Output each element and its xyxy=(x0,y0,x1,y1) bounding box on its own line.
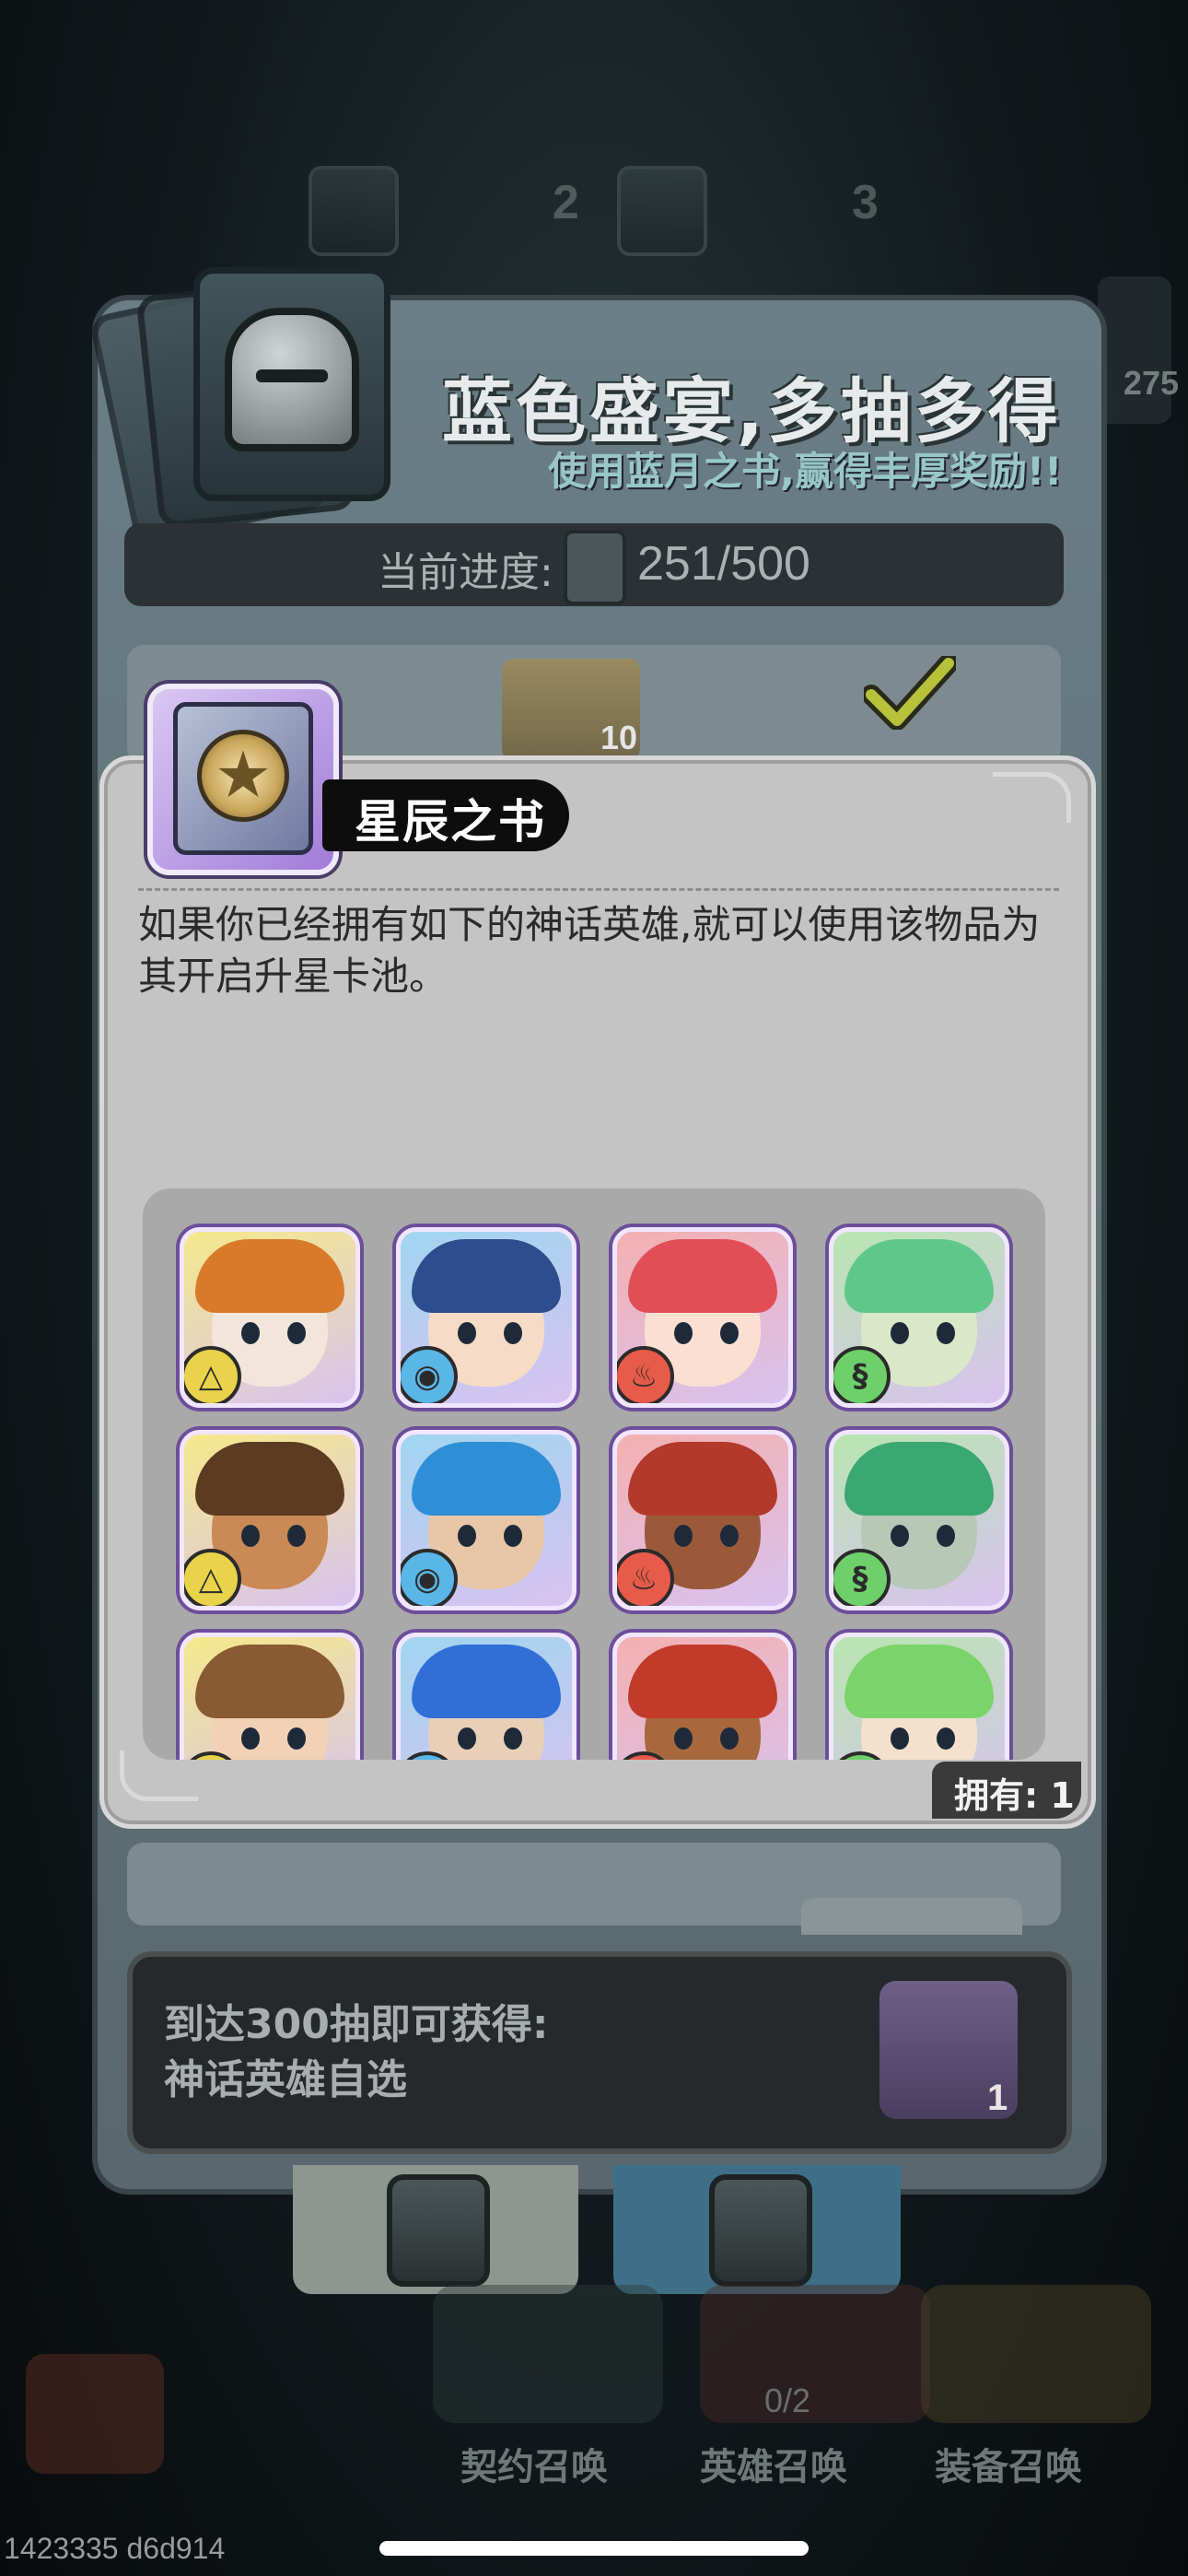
hero-eye xyxy=(504,1727,522,1750)
hero-eye xyxy=(287,1727,306,1750)
hero-eye xyxy=(674,1322,693,1344)
hero-eye xyxy=(504,1525,522,1547)
top-tab-2-icon xyxy=(617,166,707,256)
hero-eye xyxy=(287,1525,306,1547)
milestone-text: 到达300抽即可获得: 神话英雄自选 xyxy=(164,1997,548,2108)
divider xyxy=(138,888,1059,891)
hero-hair xyxy=(412,1442,561,1516)
fire-element-icon: ♨ xyxy=(617,1549,674,1606)
hero-summon-icon[interactable] xyxy=(700,2285,930,2423)
hero-eye xyxy=(720,1322,739,1344)
hero-eye xyxy=(720,1525,739,1547)
hero-portrait-warrior-hero[interactable]: ♨ xyxy=(612,1633,793,1760)
nav-equipment-summon[interactable]: 装备召唤 xyxy=(935,2437,1082,2490)
hero-portrait-goggles-hero[interactable]: △ xyxy=(180,1430,360,1610)
check-icon xyxy=(864,656,956,730)
earth-element-icon: △ xyxy=(184,1549,241,1606)
home-indicator[interactable] xyxy=(379,2541,809,2556)
milestone-line-1: 到达300抽即可获得: xyxy=(164,2001,549,2048)
top-tab-3-label: 3 xyxy=(852,176,879,229)
hero-eye xyxy=(937,1727,955,1750)
event-subtitle: 使用蓝月之书,赢得丰厚奖励!! xyxy=(548,449,1063,494)
star-emblem-icon xyxy=(197,730,289,822)
top-tab-2-label: 2 xyxy=(553,176,579,229)
hero-hair xyxy=(195,1645,344,1718)
corner-ornament-icon xyxy=(993,772,1071,823)
hero-eye xyxy=(720,1727,739,1750)
hero-portrait-tiger-hero[interactable]: △ xyxy=(180,1227,360,1408)
contract-summon-icon[interactable] xyxy=(433,2285,663,2423)
back-button[interactable] xyxy=(26,2354,164,2474)
hero-eye xyxy=(674,1525,693,1547)
top-tab-strip: 2 3 xyxy=(295,157,939,258)
hero-portrait-green-hair-hero[interactable]: § xyxy=(829,1227,1009,1408)
hero-portrait-tiara-hero[interactable]: △ xyxy=(180,1633,360,1760)
hero-hair xyxy=(844,1239,994,1313)
nav-hero-summon[interactable]: 英雄召唤 xyxy=(700,2437,847,2490)
hero-eye xyxy=(241,1322,260,1344)
hero-hair xyxy=(412,1239,561,1313)
water-element-icon: ◉ xyxy=(401,1346,458,1403)
reward-qty: 10 xyxy=(600,719,638,756)
claim-button[interactable] xyxy=(801,1898,1022,1935)
progress-value: 251/500 xyxy=(637,537,810,591)
hero-eye xyxy=(458,1727,476,1750)
owned-count: 拥有: 1 xyxy=(954,1775,1075,1816)
hero-eye xyxy=(937,1322,955,1344)
hero-portrait-leaf-hero[interactable]: § xyxy=(829,1430,1009,1610)
nav-contract-summon[interactable]: 契约召唤 xyxy=(460,2437,608,2490)
milestone-reward-qty: 1 xyxy=(987,2078,1008,2118)
hero-eye xyxy=(504,1322,522,1344)
hero-eye xyxy=(458,1322,476,1344)
hero-hair xyxy=(628,1239,777,1313)
helmet-icon xyxy=(709,2174,812,2287)
water-element-icon: ◉ xyxy=(401,1549,458,1606)
item-description: 如果你已经拥有如下的神话英雄,就可以使用该物品为其开启升星卡池。 xyxy=(138,902,1041,999)
wind-element-icon: § xyxy=(833,1549,891,1606)
hero-hair xyxy=(412,1645,561,1718)
hero-hair xyxy=(628,1645,777,1718)
hero-hair xyxy=(844,1442,994,1516)
hero-grid: △ ◉ ♨ § △ ◉ ♨ § △ ◉ ♨ § xyxy=(143,1188,1045,1760)
hero-portrait-pilot-hero[interactable]: ♨ xyxy=(612,1430,793,1610)
hero-eye xyxy=(891,1525,909,1547)
hero-eye xyxy=(458,1525,476,1547)
hero-eye xyxy=(891,1322,909,1344)
top-tab-1-icon xyxy=(309,166,399,256)
hero-summon-progress: 0/2 xyxy=(764,2382,811,2419)
fire-element-icon: ♨ xyxy=(617,1346,674,1403)
wind-element-icon: § xyxy=(833,1346,891,1403)
hero-eye xyxy=(241,1727,260,1750)
hero-hair xyxy=(195,1442,344,1516)
hero-hair xyxy=(844,1645,994,1718)
hero-portrait-gold-crown-hero[interactable]: ◉ xyxy=(396,1227,577,1408)
side-counter: 275 xyxy=(1123,364,1179,402)
equipment-summon-icon[interactable] xyxy=(921,2285,1151,2423)
build-id: 1423335 d6d914 xyxy=(4,2532,226,2565)
item-title: 星辰之书 xyxy=(355,795,546,849)
progress-label: 当前进度: xyxy=(378,549,553,596)
helmet-icon xyxy=(225,308,359,452)
hero-portrait-green-girl-hero[interactable]: § xyxy=(829,1633,1009,1760)
hero-portrait-red-hair-hero[interactable]: ♨ xyxy=(612,1227,793,1408)
hero-eye xyxy=(674,1727,693,1750)
earth-element-icon: △ xyxy=(184,1346,241,1403)
milestone-line-2: 神话英雄自选 xyxy=(164,2056,407,2103)
blue-book-icon xyxy=(564,530,626,605)
hero-hair xyxy=(628,1442,777,1516)
banner-books-icon xyxy=(87,267,424,547)
hero-portrait-blue-hair-hero[interactable]: ◉ xyxy=(396,1430,577,1610)
hero-eye xyxy=(241,1525,260,1547)
hero-hair xyxy=(195,1239,344,1313)
hero-eye xyxy=(287,1322,306,1344)
hero-eye xyxy=(891,1727,909,1750)
hero-eye xyxy=(937,1525,955,1547)
helmet-icon xyxy=(387,2174,490,2287)
hero-portrait-elf-hero[interactable]: ◉ xyxy=(396,1633,577,1760)
